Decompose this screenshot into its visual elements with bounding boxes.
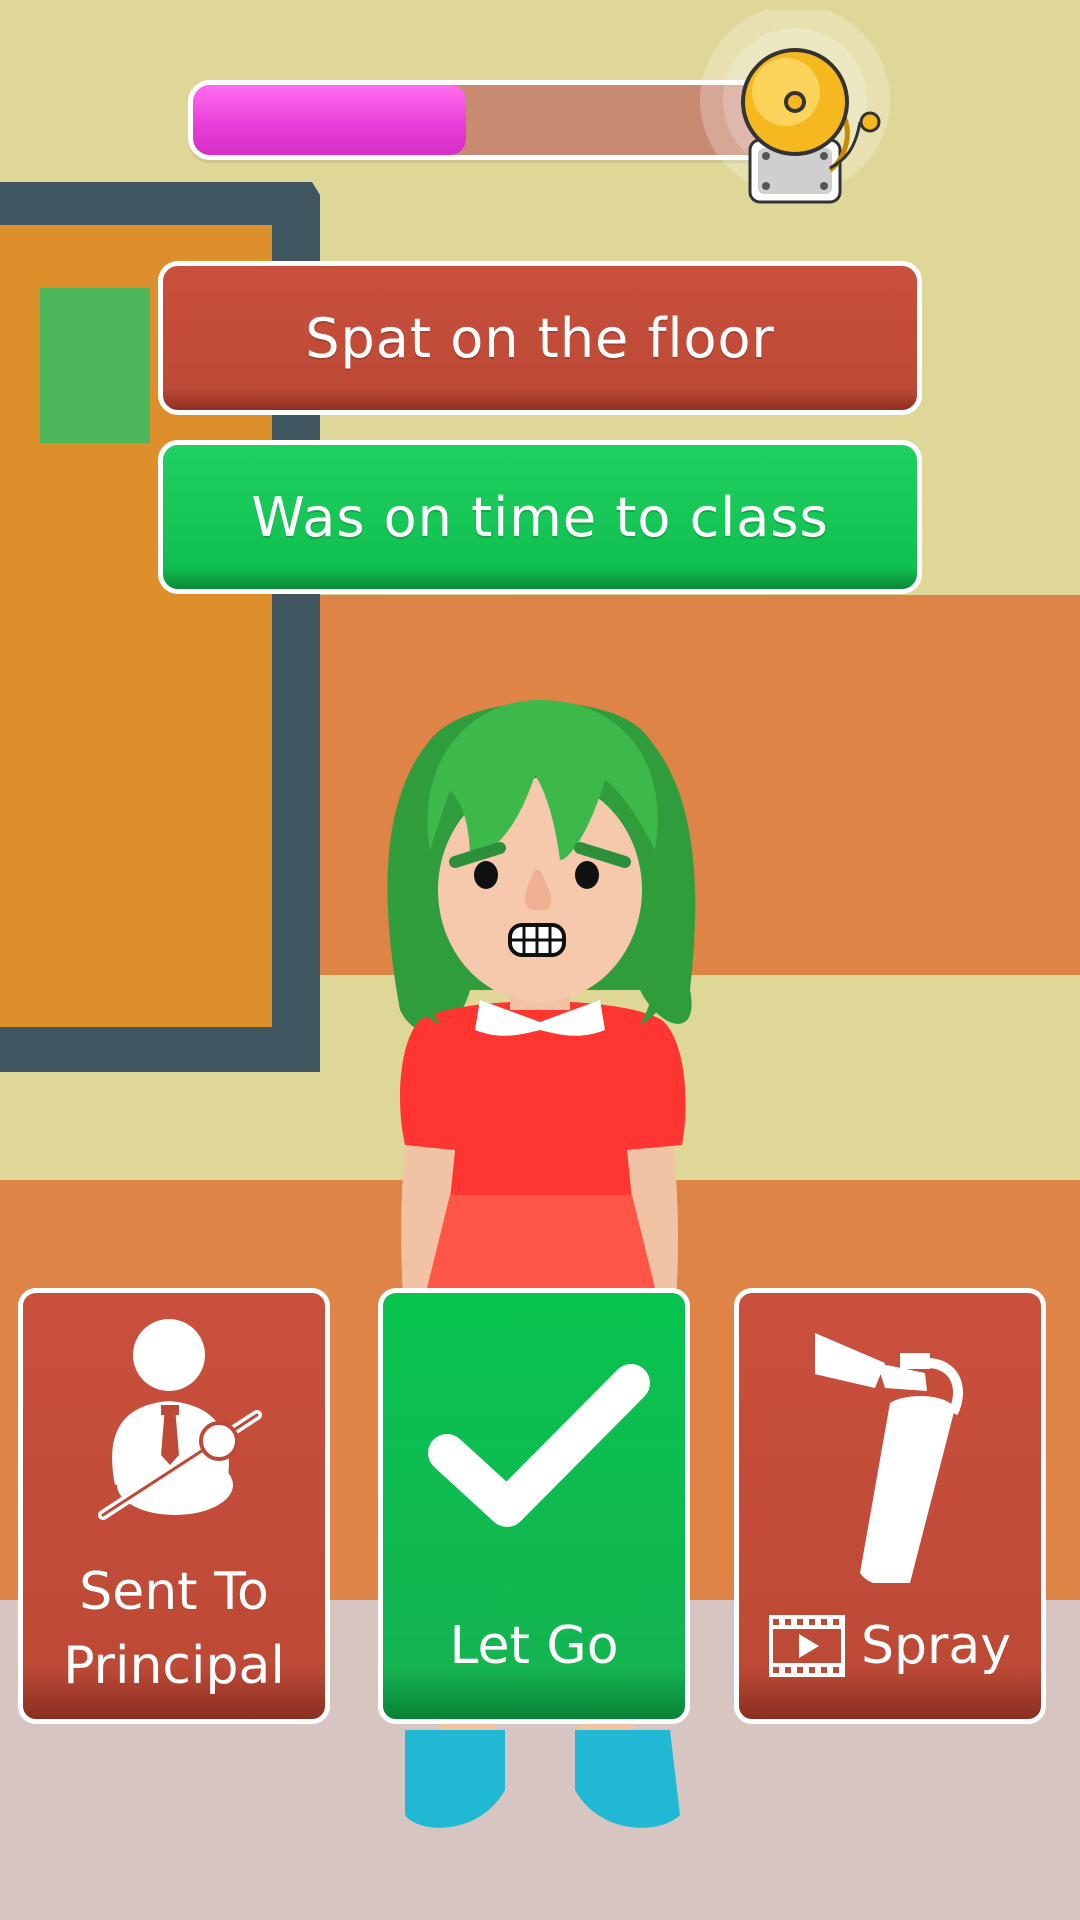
- sent-to-label-line1: Sent To: [79, 1562, 269, 1622]
- choice-card-misbehavior: Spat on the floor: [158, 261, 922, 415]
- choice-card-good-behavior: Was on time to class: [158, 440, 922, 594]
- timer-progress-fill: [193, 85, 466, 155]
- principal-icon: [98, 1319, 262, 1520]
- spray-button[interactable]: Spray: [734, 1288, 1046, 1724]
- fire-extinguisher-icon: [815, 1333, 963, 1583]
- spray-label: Spray: [861, 1616, 1012, 1676]
- choice-label: Spat on the floor: [305, 306, 775, 370]
- choice-label: Was on time to class: [251, 485, 829, 549]
- sent-to-principal-button[interactable]: Sent To Principal: [18, 1288, 330, 1724]
- video-ad-icon: [769, 1615, 845, 1677]
- sent-to-label-line2: Principal: [63, 1636, 285, 1696]
- let-go-button[interactable]: Let Go: [378, 1288, 690, 1724]
- checkmark-icon: [428, 1364, 650, 1527]
- let-go-label: Let Go: [449, 1616, 619, 1676]
- school-bell-icon: [680, 5, 910, 210]
